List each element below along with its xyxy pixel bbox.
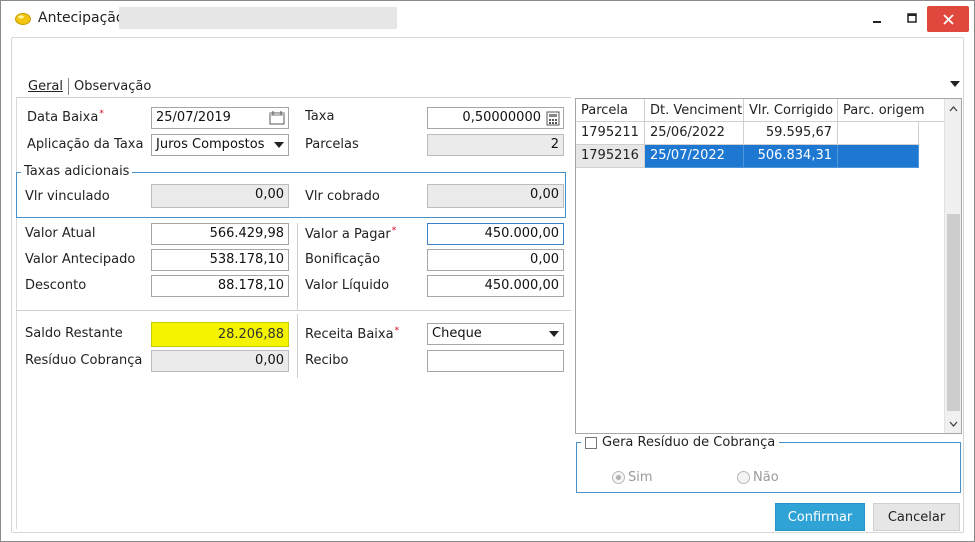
radio-nao[interactable]: Não	[737, 470, 779, 485]
title-bar: Antecipação	[1, 1, 974, 37]
recibo-label: Recibo	[305, 353, 349, 368]
receita-baixa-select[interactable]: Cheque	[427, 323, 564, 345]
required-marker: *	[99, 109, 104, 119]
close-button[interactable]	[927, 6, 969, 32]
column-divider	[297, 314, 298, 378]
taxas-adicionais-title: Taxas adicionais	[21, 164, 133, 179]
gera-residuo-toggle[interactable]: Gera Resíduo de Cobrança	[581, 435, 780, 450]
valor-atual-label: Valor Atual	[25, 226, 96, 241]
app-logo-icon	[15, 13, 31, 25]
radio-nao-label: Não	[753, 470, 779, 485]
valor-liquido-label: Valor Líquido	[305, 278, 390, 293]
saldo-restante-label: Saldo Restante	[25, 326, 123, 341]
radio-sim[interactable]: Sim	[612, 470, 653, 485]
chevron-down-icon[interactable]	[950, 81, 960, 87]
parcelas-grid: Parcela Dt. Vencimento Vlr. Corrigido Pa…	[575, 98, 962, 434]
title-redacted	[119, 7, 397, 29]
required-marker: *	[391, 226, 397, 236]
desconto-field[interactable]: 88.178,10	[151, 275, 289, 297]
column-header-dt-vencimento[interactable]: Dt. Vencimento	[645, 99, 744, 122]
radio-indicator	[612, 471, 625, 484]
window-title: Antecipação	[38, 10, 125, 26]
table-row-selected[interactable]: 1795216 25/07/2022 506.834,31	[576, 145, 919, 168]
gera-residuo-label: Gera Resíduo de Cobrança	[602, 435, 776, 450]
cell-vencimento: 25/07/2022	[645, 145, 744, 168]
cell-vencimento: 25/06/2022	[645, 122, 744, 145]
grid-vertical-scrollbar[interactable]	[944, 99, 961, 433]
gera-residuo-checkbox[interactable]	[585, 436, 597, 449]
scroll-down-button[interactable]	[945, 415, 961, 432]
tab-panel-geral	[16, 97, 571, 529]
cancel-button[interactable]: Cancelar	[873, 503, 960, 531]
radio-sim-label: Sim	[628, 470, 653, 485]
data-baixa-field[interactable]: 25/07/2019	[151, 107, 289, 129]
taxa-field[interactable]: 0,50000000	[427, 107, 564, 129]
section-divider	[16, 310, 571, 311]
tab-strip: Geral Observação	[25, 76, 154, 96]
valor-antecipado-label: Valor Antecipado	[25, 252, 136, 267]
taxa-label: Taxa	[305, 109, 335, 124]
minimize-icon	[873, 20, 881, 23]
parcelas-label: Parcelas	[305, 137, 359, 152]
column-header-parcela[interactable]: Parcela	[576, 99, 645, 122]
chevron-down-icon	[949, 421, 958, 427]
chevron-up-icon	[949, 105, 958, 111]
aplicacao-taxa-label: Aplicação da Taxa	[27, 137, 144, 152]
radio-indicator	[737, 471, 750, 484]
receita-baixa-label: Receita Baixa*	[305, 326, 400, 342]
cell-origem	[838, 145, 919, 168]
vlr-vinculado-field: 0,00	[151, 184, 289, 208]
valor-a-pagar-field[interactable]: 450.000,00	[427, 223, 564, 245]
data-baixa-label: Data Baixa*	[27, 109, 104, 125]
required-marker: *	[394, 326, 400, 336]
saldo-restante-field: 28.206,88	[151, 322, 289, 347]
maximize-icon	[907, 12, 917, 23]
cell-parcela: 1795211	[576, 122, 645, 145]
desconto-label: Desconto	[25, 278, 87, 293]
aplicacao-taxa-select[interactable]: Juros Compostos	[151, 134, 289, 156]
table-row[interactable]: 1795211 25/06/2022 59.595,67	[576, 122, 919, 145]
close-icon	[942, 13, 954, 25]
scroll-up-button[interactable]	[945, 100, 961, 117]
chevron-down-icon	[549, 331, 559, 337]
parcelas-field: 2	[427, 134, 564, 156]
cell-parcela: 1795216	[576, 145, 645, 168]
cell-origem	[838, 122, 919, 145]
chevron-down-icon	[274, 142, 284, 148]
tab-geral[interactable]: Geral	[25, 79, 66, 94]
recibo-field[interactable]	[427, 350, 564, 372]
vlr-vinculado-label: Vlr vinculado	[25, 189, 110, 204]
tab-separator	[68, 77, 69, 95]
valor-a-pagar-label: Valor a Pagar*	[305, 226, 397, 242]
valor-atual-field[interactable]: 566.429,98	[151, 223, 289, 245]
valor-antecipado-field[interactable]: 538.178,10	[151, 249, 289, 271]
residuo-cobranca-field: 0,00	[151, 350, 289, 372]
column-header-parc-origem[interactable]: Parc. origem	[838, 99, 944, 122]
cell-corrigido: 506.834,31	[744, 145, 838, 168]
calculator-icon[interactable]	[546, 111, 560, 126]
minimize-button[interactable]	[859, 1, 895, 34]
calendar-icon[interactable]	[269, 111, 285, 125]
bonificacao-label: Bonificação	[305, 252, 381, 267]
vlr-cobrado-field: 0,00	[427, 184, 564, 208]
tab-observacao[interactable]: Observação	[71, 79, 154, 94]
vlr-cobrado-label: Vlr cobrado	[305, 189, 380, 204]
dialog-window: Antecipação Geral Observação Data Baixa*…	[0, 0, 975, 542]
confirm-button[interactable]: Confirmar	[775, 503, 865, 531]
valor-liquido-field[interactable]: 450.000,00	[427, 275, 564, 297]
maximize-button[interactable]	[894, 1, 930, 34]
column-divider	[297, 223, 298, 310]
bonificacao-field[interactable]: 0,00	[427, 249, 564, 271]
column-header-vlr-corrigido[interactable]: Vlr. Corrigido	[744, 99, 838, 122]
scrollbar-thumb[interactable]	[947, 214, 960, 411]
residuo-cobranca-label: Resíduo Cobrança	[25, 353, 143, 368]
grid-header: Parcela Dt. Vencimento Vlr. Corrigido Pa…	[576, 99, 944, 122]
cell-corrigido: 59.595,67	[744, 122, 838, 145]
